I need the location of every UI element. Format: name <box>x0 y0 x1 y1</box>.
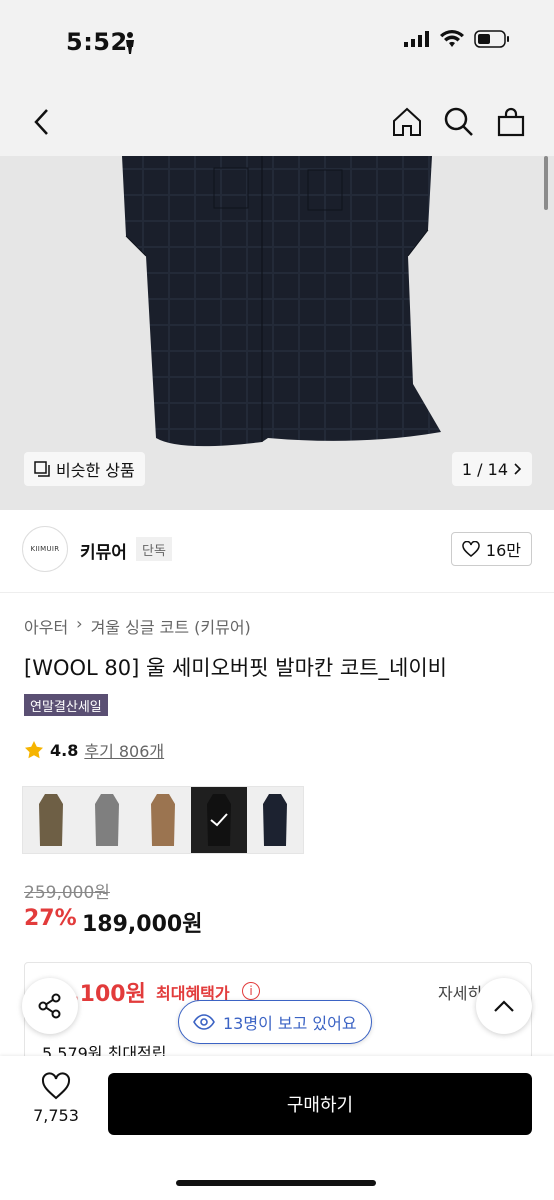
share-button[interactable] <box>22 978 78 1034</box>
wishlist-button[interactable]: 7,753 <box>26 1072 86 1132</box>
swatch-khaki[interactable] <box>23 787 79 853</box>
brand-row: KIIMUIR 키뮤어 단독 16만 <box>0 520 554 580</box>
coat-thumbnail <box>95 794 119 846</box>
signal-icon <box>404 31 430 51</box>
home-indicator <box>176 1180 376 1186</box>
divider <box>0 592 554 593</box>
brand-exclusive-tag: 단독 <box>136 537 172 561</box>
heart-icon <box>41 1072 71 1100</box>
nav-actions <box>388 102 530 142</box>
similar-products-label: 비슷한 상품 <box>56 461 135 480</box>
search-button[interactable] <box>440 102 478 142</box>
nav-bar <box>0 90 554 156</box>
breadcrumb-item[interactable]: 아우터 <box>24 614 68 638</box>
swatch-navy[interactable] <box>247 787 303 853</box>
eye-icon <box>193 1014 215 1030</box>
info-icon[interactable]: i <box>242 982 260 1000</box>
back-button[interactable] <box>24 102 58 142</box>
brand-logo[interactable]: KIIMUIR <box>22 526 68 572</box>
viewers-indicator: 13명이 보고 있어요 <box>178 1000 372 1044</box>
cart-button[interactable] <box>492 102 530 142</box>
review-link[interactable]: 후기 806개 <box>84 738 164 762</box>
breadcrumb-separator-icon: › <box>76 614 83 633</box>
similar-icon <box>34 461 50 477</box>
bottom-action-bar: 7,753 구매하기 <box>0 1056 554 1200</box>
shopping-bag-icon <box>497 107 525 137</box>
coat-thumbnail <box>151 794 175 846</box>
rating: 4.8 후기 806개 <box>24 738 164 762</box>
chevron-up-icon <box>494 1000 514 1012</box>
similar-products-button[interactable]: 비슷한 상품 <box>24 452 145 486</box>
chevron-right-icon <box>514 463 522 475</box>
check-icon <box>210 813 228 827</box>
swatch-camel[interactable] <box>135 787 191 853</box>
coat-image <box>122 156 441 447</box>
viewers-text: 13명이 보고 있어요 <box>223 1014 357 1033</box>
brand-like-count: 16만 <box>485 541 521 560</box>
wifi-icon <box>440 30 464 52</box>
chevron-left-icon <box>34 109 48 135</box>
status-icons <box>404 30 510 52</box>
product-title: [WOOL 80] 울 세미오버핏 발마칸 코트_네이비 <box>24 656 447 680</box>
color-swatches <box>22 786 304 854</box>
battery-icon <box>474 30 510 52</box>
discount-rate: 27% <box>24 906 77 931</box>
scroll-indicator <box>544 156 548 210</box>
brand-like-button[interactable]: 16만 <box>450 532 532 566</box>
swatch-black-selected[interactable] <box>191 787 247 853</box>
image-counter: 1 / 14 <box>461 459 508 479</box>
sale-badge: 연말결산세일 <box>24 694 108 716</box>
image-counter-button[interactable]: 1 / 14 <box>451 452 532 486</box>
heart-icon <box>462 541 480 557</box>
breadcrumb: 아우터 › 겨울 싱글 코트 (키뮤어) <box>24 614 251 638</box>
sale-price: 189,000원 <box>82 912 203 937</box>
coat-thumbnail <box>39 794 63 846</box>
star-icon <box>25 741 43 759</box>
rating-score: 4.8 <box>50 740 79 760</box>
buy-button[interactable]: 구매하기 <box>108 1073 532 1135</box>
home-button[interactable] <box>388 102 426 142</box>
scroll-top-button[interactable] <box>476 978 532 1034</box>
wishlist-count: 7,753 <box>33 1106 79 1125</box>
swatch-gray[interactable] <box>79 787 135 853</box>
product-image-carousel[interactable]: 비슷한 상품 1 / 14 <box>0 156 554 510</box>
status-bar: 5:52 <box>0 0 554 90</box>
home-icon <box>393 107 421 136</box>
original-price: 259,000원 <box>24 883 110 903</box>
coat-thumbnail <box>263 794 287 846</box>
brand-name[interactable]: 키뮤어 <box>80 538 127 563</box>
search-icon <box>444 107 473 136</box>
share-icon <box>38 993 61 1019</box>
breadcrumb-item[interactable]: 겨울 싱글 코트 (키뮤어) <box>91 614 251 638</box>
status-time: 5:52 <box>66 28 128 56</box>
person-icon <box>124 32 136 58</box>
